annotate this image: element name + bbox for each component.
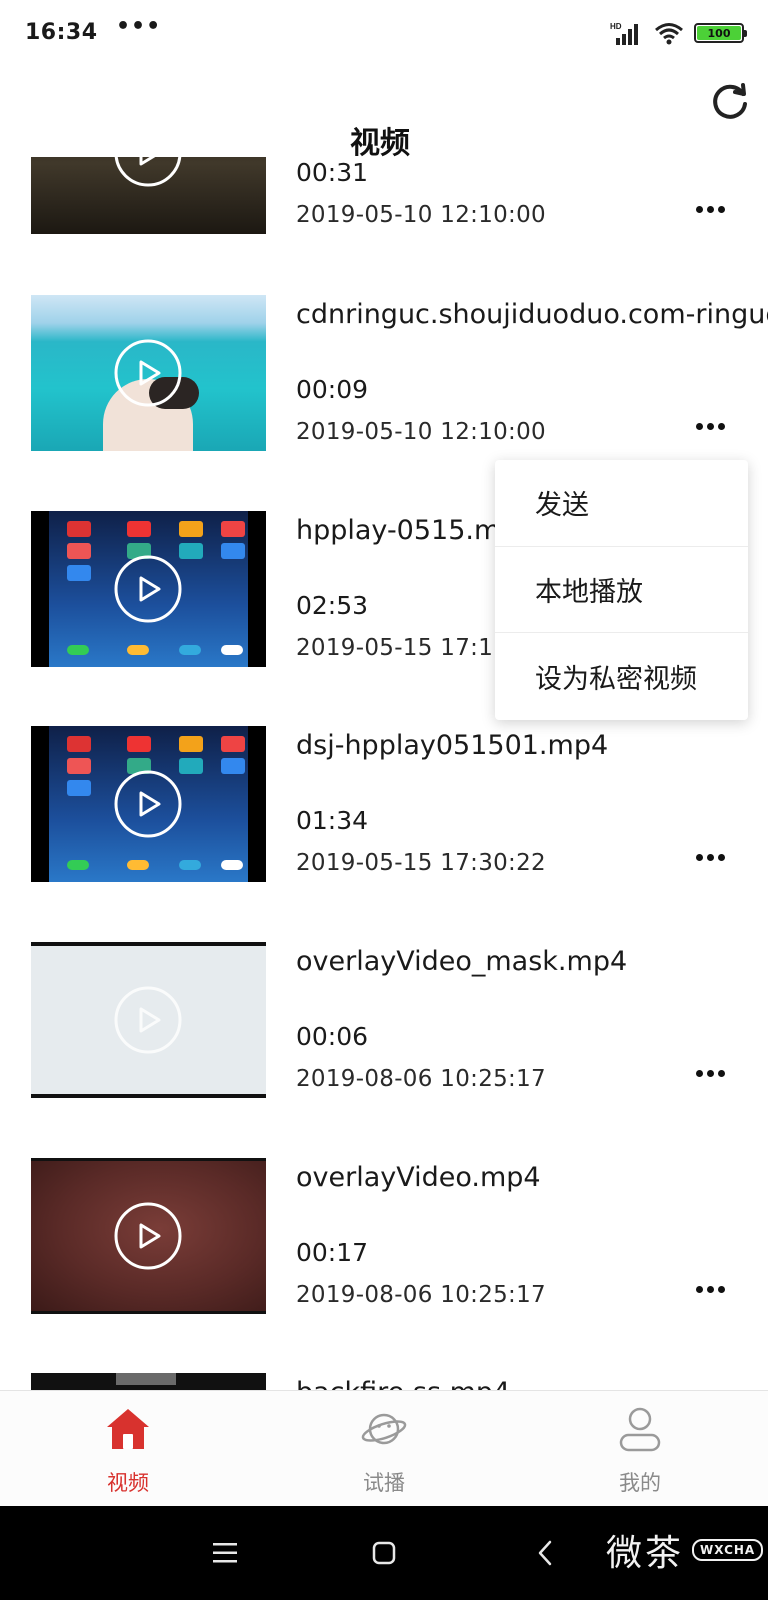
play-icon[interactable] [113,338,183,408]
video-name: backfire.ss.mp4 [296,1377,510,1390]
video-row[interactable]: 00:31 2019-05-10 12:10:00 [0,157,768,294]
video-duration: 02:53 [296,591,369,620]
menu-item-local-play[interactable]: 本地播放 [495,547,748,634]
video-duration: 00:06 [296,1022,369,1051]
network-label: HD [610,22,622,31]
planet-icon [361,1413,407,1445]
status-time: 16:34 [25,20,98,45]
video-thumbnail[interactable] [31,942,266,1098]
more-options-button[interactable] [690,842,730,872]
signal-icon: HD [610,22,638,45]
play-icon[interactable] [113,769,183,839]
home-icon [107,1409,149,1449]
context-menu: 发送 本地播放 设为私密视频 [495,460,748,720]
page-title: 视频 [350,126,410,161]
video-thumbnail[interactable] [31,1373,266,1390]
menu-item-set-private[interactable]: 设为私密视频 [495,633,748,720]
tab-label: 我的 [619,1471,661,1495]
video-name: cdnringuc.shoujiduoduo.com-ringuc [296,299,768,330]
back-icon [538,1540,552,1566]
back-nav-button[interactable] [520,1528,570,1578]
video-name: dsj-hpplay051501.mp4 [296,730,609,761]
tab-video[interactable]: 视频 [68,1391,188,1507]
video-thumbnail[interactable] [31,1158,266,1314]
refresh-icon[interactable] [710,82,750,122]
video-row[interactable]: dsj-hpplay051501.mp4 01:34 2019-05-15 17… [0,726,768,942]
tab-label: 视频 [107,1471,149,1495]
status-bar: 16:34 ••• HD 100 [0,0,768,66]
video-duration: 00:17 [296,1238,369,1267]
menu-icon [213,1543,237,1563]
video-row[interactable]: overlayVideo_mask.mp4 00:06 2019-08-06 1… [0,942,768,1158]
more-options-button[interactable] [690,194,730,224]
tab-label: 试播 [363,1471,405,1495]
play-icon[interactable] [113,554,183,624]
video-duration: 00:09 [296,375,369,404]
watermark-text: 微茶 [606,1533,685,1574]
more-options-button[interactable] [690,1274,730,1304]
menu-item-send[interactable]: 发送 [495,460,748,547]
video-date: 2019-08-06 10:25:17 [296,1282,546,1308]
video-date: 2019-05-10 12:10:00 [296,202,546,228]
video-list[interactable]: 00:31 2019-05-10 12:10:00 cdnringuc.shou… [0,157,768,1390]
more-options-button[interactable] [690,1058,730,1088]
play-icon[interactable] [113,1201,183,1271]
play-icon[interactable] [113,157,183,188]
video-date: 2019-05-15 17:30:22 [296,850,546,876]
wifi-icon [655,23,683,45]
video-row[interactable]: backfire.ss.mp4 [0,1373,768,1390]
video-thumbnail[interactable] [31,726,266,882]
video-thumbnail[interactable] [31,157,266,234]
video-thumbnail[interactable] [31,295,266,451]
play-icon[interactable] [113,985,183,1055]
more-options-button[interactable] [690,411,730,441]
video-row[interactable]: overlayVideo.mp4 00:17 2019-08-06 10:25:… [0,1158,768,1374]
video-duration: 00:31 [296,158,369,187]
watermark: 微茶 WXCHA [606,1524,764,1576]
square-icon [372,1541,396,1565]
bottom-tab-bar: 视频 试播 我的 [0,1390,768,1506]
battery-level: 100 [697,26,741,40]
battery-icon: 100 [694,23,747,43]
watermark-badge: WXCHA [692,1539,764,1561]
video-date: 2019-08-06 10:25:17 [296,1066,546,1092]
tab-trial[interactable]: 试播 [324,1391,444,1507]
video-date: 2019-05-10 12:10:00 [296,419,546,445]
video-duration: 01:34 [296,806,369,835]
user-icon [619,1407,661,1452]
status-more-dots: ••• [116,14,162,39]
system-nav-bar: 微茶 WXCHA [0,1506,768,1600]
video-name: overlayVideo_mask.mp4 [296,946,628,977]
home-nav-button[interactable] [359,1528,409,1578]
video-thumbnail[interactable] [31,511,266,667]
menu-nav-button[interactable] [200,1528,250,1578]
status-icons: HD 100 [610,20,747,46]
tab-mine[interactable]: 我的 [580,1391,700,1507]
video-name: overlayVideo.mp4 [296,1162,541,1193]
